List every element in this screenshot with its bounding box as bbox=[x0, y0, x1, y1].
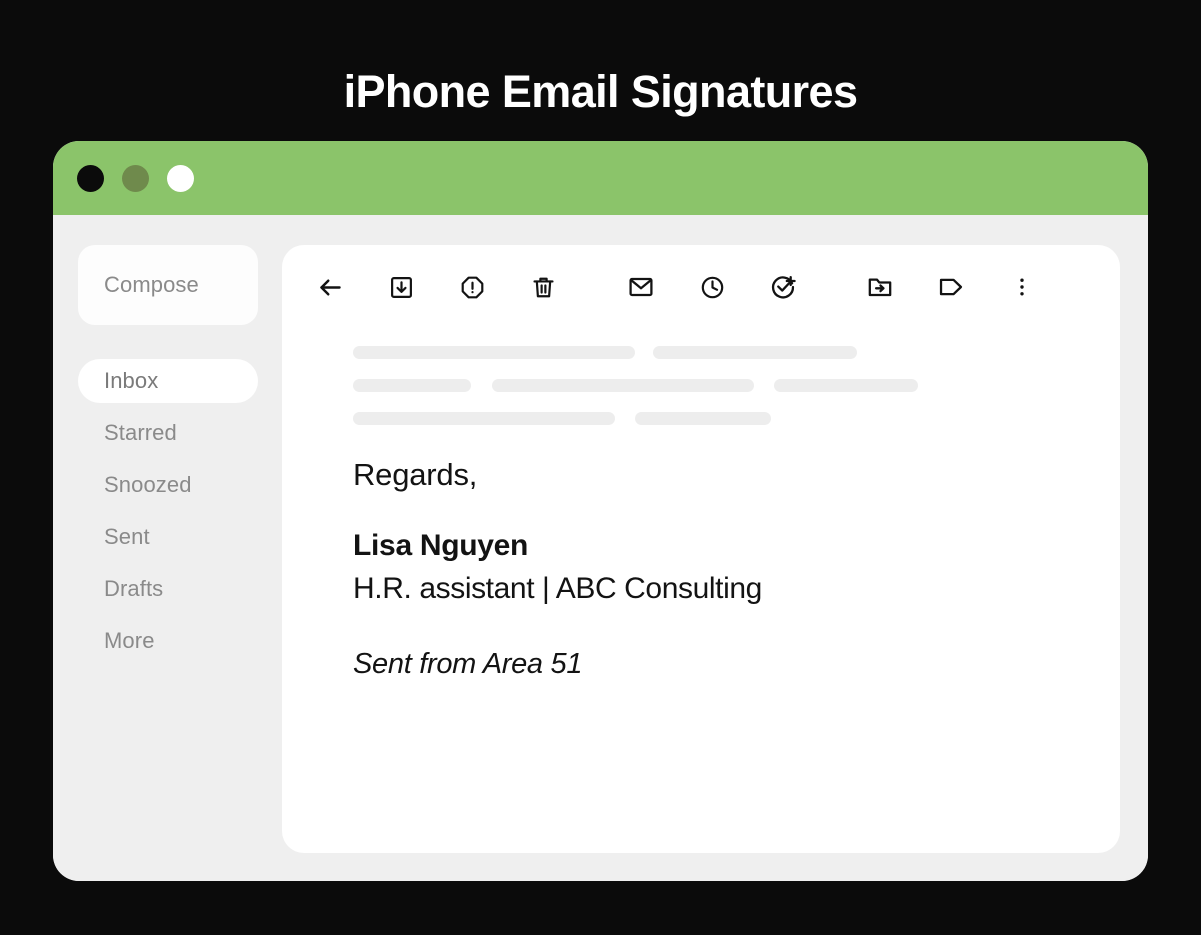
placeholder-row bbox=[353, 346, 1053, 359]
more-options-button[interactable] bbox=[1002, 267, 1042, 307]
compose-button-label: Compose bbox=[104, 272, 199, 297]
placeholder-row bbox=[353, 412, 1053, 425]
report-spam-button[interactable] bbox=[452, 267, 492, 307]
sidebar-item-label: Starred bbox=[104, 420, 177, 445]
sidebar-item-more[interactable]: More bbox=[78, 619, 258, 663]
sidebar-item-snoozed[interactable]: Snoozed bbox=[78, 463, 258, 507]
page-title: iPhone Email Signatures bbox=[343, 66, 858, 118]
compose-button[interactable]: Compose bbox=[78, 245, 258, 325]
sidebar-item-label: Snoozed bbox=[104, 472, 192, 497]
window-title-bar bbox=[53, 141, 1148, 215]
sidebar-nav-list: Inbox Starred Snoozed Sent Drafts More bbox=[78, 359, 258, 663]
signature-name: Lisa Nguyen bbox=[353, 529, 529, 562]
email-signature-block: Regards, Lisa Nguyen H.R. assistant | AB… bbox=[353, 457, 1073, 681]
sidebar-item-label: More bbox=[104, 628, 155, 653]
signature-sent-from: Sent from Area 51 bbox=[353, 648, 583, 680]
more-options-icon bbox=[1011, 276, 1033, 298]
sidebar-item-label: Inbox bbox=[104, 368, 159, 393]
archive-icon bbox=[389, 275, 414, 300]
back-button[interactable] bbox=[310, 267, 350, 307]
delete-button[interactable] bbox=[523, 267, 563, 307]
close-window-button[interactable] bbox=[77, 165, 104, 192]
message-body-placeholder bbox=[353, 346, 1053, 445]
traffic-light-controls bbox=[77, 165, 194, 192]
placeholder-bar bbox=[353, 379, 471, 392]
snooze-clock-icon bbox=[700, 275, 725, 300]
labels-button[interactable] bbox=[931, 267, 971, 307]
email-toolbar bbox=[310, 267, 1042, 307]
delete-trash-icon bbox=[531, 275, 556, 300]
move-to-folder-icon bbox=[867, 274, 893, 300]
move-to-folder-button[interactable] bbox=[860, 267, 900, 307]
report-spam-icon bbox=[460, 275, 485, 300]
signature-role: H.R. assistant | ABC Consulting bbox=[353, 572, 762, 605]
placeholder-row bbox=[353, 379, 1053, 392]
placeholder-bar bbox=[353, 412, 615, 425]
minimize-window-button[interactable] bbox=[122, 165, 149, 192]
archive-button[interactable] bbox=[381, 267, 421, 307]
mark-unread-button[interactable] bbox=[621, 267, 661, 307]
signature-closing: Regards, bbox=[353, 457, 478, 492]
placeholder-bar bbox=[353, 346, 635, 359]
back-arrow-icon bbox=[317, 274, 344, 301]
sidebar-item-starred[interactable]: Starred bbox=[78, 411, 258, 455]
placeholder-bar bbox=[635, 412, 771, 425]
add-to-tasks-icon bbox=[770, 274, 796, 300]
email-reading-pane: Regards, Lisa Nguyen H.R. assistant | AB… bbox=[282, 245, 1120, 853]
placeholder-bar bbox=[492, 379, 754, 392]
mark-unread-envelope-icon bbox=[628, 274, 654, 300]
placeholder-bar bbox=[774, 379, 918, 392]
sidebar-item-sent[interactable]: Sent bbox=[78, 515, 258, 559]
sidebar-item-drafts[interactable]: Drafts bbox=[78, 567, 258, 611]
sidebar-item-label: Drafts bbox=[104, 576, 164, 601]
sidebar: Compose Inbox Starred Snoozed Sent Draft… bbox=[78, 245, 258, 671]
maximize-window-button[interactable] bbox=[167, 165, 194, 192]
sidebar-item-label: Sent bbox=[104, 524, 150, 549]
window-body: Compose Inbox Starred Snoozed Sent Draft… bbox=[53, 215, 1148, 881]
sidebar-item-inbox[interactable]: Inbox bbox=[78, 359, 258, 403]
add-to-tasks-button[interactable] bbox=[763, 267, 803, 307]
snooze-button[interactable] bbox=[692, 267, 732, 307]
label-tag-icon bbox=[938, 274, 964, 300]
app-window: Compose Inbox Starred Snoozed Sent Draft… bbox=[53, 141, 1148, 881]
placeholder-bar bbox=[653, 346, 857, 359]
